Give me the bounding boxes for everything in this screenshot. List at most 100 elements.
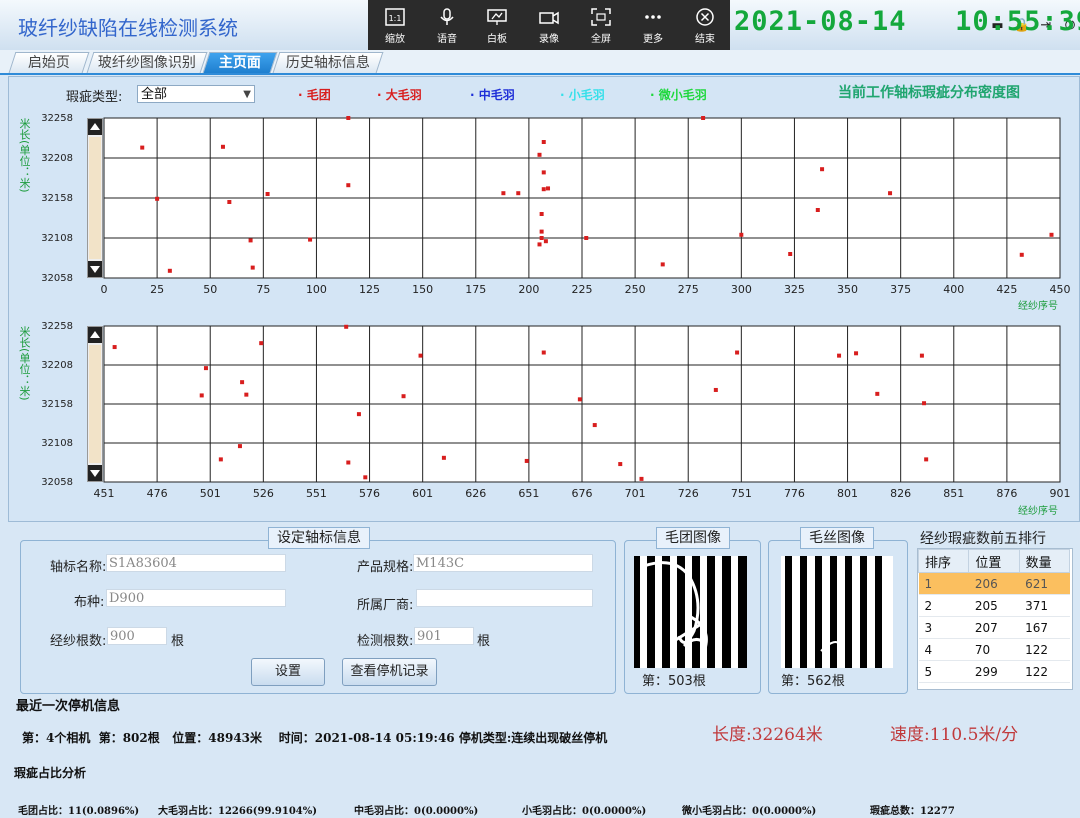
x-tick-label: 451	[94, 487, 115, 500]
x-tick-label: 476	[147, 487, 168, 500]
data-point	[592, 423, 597, 428]
x-tick-label: 50	[203, 283, 217, 296]
last-stop-title: 最近一次停机信息	[16, 699, 121, 714]
ranking-header-position: 位置	[968, 549, 1020, 573]
length-readout: 长度:32264米	[712, 725, 823, 745]
ratio-big-hair: 大毛羽占比：12266(99.9104%)	[158, 806, 317, 817]
ratio-title: 瑕疵占比分析	[14, 766, 87, 780]
product-spec-input[interactable]: M143C	[413, 554, 593, 572]
data-point	[577, 397, 582, 402]
data-point	[248, 238, 253, 243]
warp-count-label: 经纱根数:	[50, 634, 107, 649]
data-point	[541, 187, 546, 192]
data-point	[220, 144, 225, 149]
ratio-small-hair: 小毛羽占比：0(0.0000%)	[522, 806, 647, 817]
fiber-image-title: 毛丝图像	[800, 527, 874, 549]
table-row[interactable]: 1 206 621	[918, 572, 1070, 595]
table-cell: 70	[968, 638, 1020, 661]
x-tick-label: 801	[837, 487, 858, 500]
ratio-total: 瑕疵总数：12277	[870, 806, 955, 817]
x-tick-label: 425	[996, 283, 1017, 296]
x-tick-label: 876	[996, 487, 1017, 500]
manufacturer-input[interactable]	[416, 589, 593, 607]
x-tick-label: 701	[625, 487, 646, 500]
ranking-table: 排序 位置 数量 1 206 621 2 205 371 3 207 167 4 70 122 …	[917, 549, 1071, 683]
data-point	[199, 393, 204, 398]
table-row[interactable]: 4 70 122	[918, 638, 1070, 661]
x-tick-label: 576	[359, 487, 380, 500]
data-point	[854, 351, 859, 356]
data-point	[308, 237, 313, 242]
data-point	[618, 462, 623, 467]
data-point	[924, 457, 929, 462]
warp-count-input[interactable]: 900	[107, 627, 167, 645]
x-tick-label: 100	[306, 283, 327, 296]
table-cell: 122	[1019, 638, 1070, 661]
data-point	[346, 183, 351, 188]
table-cell: 4	[918, 638, 969, 661]
x-tick-label: 651	[518, 487, 539, 500]
table-cell: 5	[918, 660, 969, 683]
data-point	[244, 392, 249, 397]
table-row[interactable]: 3 207 167	[918, 616, 1070, 639]
ratio-mid-hair: 中毛羽占比：0(0.0000%)	[354, 806, 479, 817]
axis-info-title: 设定轴标信息	[268, 527, 370, 549]
x-tick-label: 626	[465, 487, 486, 500]
data-point	[140, 145, 145, 150]
x-tick-label: 526	[253, 487, 274, 500]
ranking-header-row: 排序 位置 数量	[917, 549, 1071, 573]
table-cell: 299	[968, 660, 1020, 683]
manufacturer-label: 所属厂商:	[357, 598, 414, 613]
data-point	[1019, 252, 1024, 257]
data-point	[639, 476, 644, 481]
fiber-image	[781, 556, 893, 668]
data-point	[524, 458, 529, 463]
x-tick-label: 450	[1050, 283, 1071, 296]
data-point	[501, 191, 506, 196]
data-point	[541, 140, 546, 144]
x-tick-label: 726	[678, 487, 699, 500]
ball-image-caption: 第：503根	[642, 674, 706, 689]
x-tick-label: 851	[943, 487, 964, 500]
ratio-ball: 毛团占比：11(0.0896%)	[18, 806, 140, 817]
x-tick-label: 225	[572, 283, 593, 296]
view-stop-log-button[interactable]: 查看停机记录	[342, 658, 437, 686]
detect-count-input[interactable]: 901	[414, 627, 474, 645]
chart-1: 0 25 50 75 100 125 150 175 200 225 250 275 300 325 350…	[41, 113, 1071, 296]
data-point	[363, 475, 368, 480]
warp-count-unit: 根	[171, 634, 185, 649]
table-cell: 206	[968, 572, 1020, 595]
data-point	[346, 116, 351, 120]
x-tick-label: 25	[150, 283, 164, 296]
data-point	[227, 200, 232, 204]
data-point	[837, 353, 842, 358]
x-tick-label: 300	[731, 283, 752, 296]
x-tick-label: 751	[731, 487, 752, 500]
detect-count-unit: 根	[477, 634, 491, 649]
y-tick-label: 32208	[41, 360, 73, 371]
table-row[interactable]: 5 299 122	[918, 660, 1070, 683]
data-point	[112, 345, 117, 350]
table-cell: 2	[918, 594, 969, 617]
data-point	[701, 116, 706, 120]
table-row[interactable]: 2 205 371	[918, 594, 1070, 617]
data-point	[888, 191, 893, 196]
data-point	[584, 236, 589, 240]
x-tick-label: 375	[890, 283, 911, 296]
y-tick-label: 32108	[41, 233, 73, 244]
data-point	[820, 167, 825, 172]
axis-name-input[interactable]: S1A83604	[106, 554, 286, 572]
data-point	[401, 394, 406, 399]
table-cell: 1	[918, 572, 969, 595]
y-tick-label: 32158	[41, 399, 73, 410]
data-point	[541, 170, 546, 175]
y-tick-label: 32158	[41, 193, 73, 204]
data-point	[713, 387, 718, 392]
x-tick-label: 275	[678, 283, 699, 296]
set-button[interactable]: 设置	[251, 658, 325, 686]
data-point	[539, 229, 544, 234]
cloth-type-input[interactable]: D900	[106, 589, 286, 607]
data-point	[815, 208, 820, 212]
data-point	[788, 252, 793, 256]
data-point	[265, 192, 270, 196]
